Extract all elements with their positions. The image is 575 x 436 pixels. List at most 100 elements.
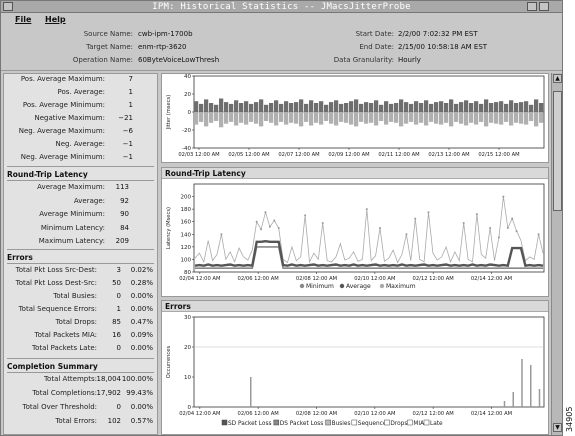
stat-label: Neg. Average: — [55, 140, 105, 148]
vertical-scrollbar[interactable]: ▲ ▼ — [551, 73, 562, 435]
completion-section-title: Completion Summary — [7, 362, 98, 371]
x-tick-label: 02/04 12:00 AM — [179, 276, 220, 282]
jitter-negative-bar — [484, 112, 489, 127]
rtl-maximum-point — [489, 227, 492, 229]
jitter-negative-bar — [309, 112, 314, 126]
jitter-positive-bar — [409, 103, 414, 112]
jitter-chart: -40-200204002/03 12:00 AM 02/05 12:00 AM 0… — [166, 74, 545, 158]
legend-swatch — [273, 419, 280, 426]
stat-percent: 0.00% — [130, 403, 153, 411]
stat-value: −1 — [122, 153, 133, 161]
jitter-positive-bar — [399, 99, 404, 112]
jitter-positive-bar — [349, 101, 354, 112]
probe-info-header: Source Name: cwb-ipm-1700b Target Name: … — [1, 27, 562, 71]
jitter-negative-bar — [434, 112, 439, 124]
stat-value: 3 — [116, 266, 121, 274]
operation-name-label: Operation Name: — [72, 56, 133, 64]
jitter-negative-bar — [429, 112, 434, 122]
jitter-positive-bar — [414, 101, 419, 112]
legend-label: SD Packet Loss — [228, 421, 272, 427]
jitter-positive-bar — [254, 102, 259, 112]
jitter-negative-bar — [274, 112, 279, 126]
scroll-up-arrow-icon[interactable]: ▲ — [553, 74, 562, 83]
scrollbar-thumb[interactable] — [553, 91, 562, 211]
legend-swatch — [339, 283, 345, 289]
jitter-positive-bar — [509, 100, 514, 112]
jitter-negative-bar — [219, 112, 224, 128]
jitter-negative-bar — [254, 112, 259, 124]
jitter-negative-bar — [314, 112, 319, 123]
jitter-negative-bar — [319, 112, 324, 125]
jitter-positive-bar — [279, 103, 284, 112]
jitter-negative-bar — [234, 112, 239, 126]
jitter-negative-bar — [294, 112, 299, 124]
jitter-chart-panel: -40 -20 0 20 40 02/03 12:00 AM 02/05 12:00 AM 0… — [161, 73, 549, 163]
jitter-negative-bar — [394, 112, 399, 123]
drops-bar — [503, 401, 506, 407]
jitter-positive-bar — [379, 104, 384, 112]
jitter-negative-bar — [449, 112, 454, 127]
jitter-positive-bar — [449, 99, 454, 112]
jitter-negative-bar — [289, 112, 294, 123]
jitter-negative-bar — [529, 112, 534, 121]
stat-percent: 0.47% — [130, 318, 153, 326]
legend-label: Busies — [332, 421, 351, 427]
stat-label: Total Errors: — [55, 417, 97, 425]
jitter-negative-bar — [349, 112, 354, 125]
minimize-button[interactable] — [527, 2, 537, 11]
section-divider — [7, 358, 154, 359]
legend-swatch — [299, 283, 305, 289]
start-date-value: 2/2/00 7:02:32 PM EST — [398, 30, 478, 38]
stat-value: −1 — [122, 140, 133, 148]
jitter-negative-bar — [284, 112, 289, 125]
jitter-negative-bar — [439, 112, 444, 125]
stat-label: Average Maximum: — [37, 183, 105, 191]
rtl-maximum-point — [515, 230, 518, 233]
stat-label: Total Drops: — [55, 318, 97, 326]
y-tick-label: 100 — [181, 257, 192, 263]
stat-percent: 100.00% — [121, 375, 153, 383]
jitter-negative-bar — [269, 112, 274, 123]
jitter-negative-bar — [244, 112, 249, 125]
jitter-positive-bar — [334, 100, 339, 112]
stat-percent: 0.09% — [130, 331, 153, 339]
y-tick-label: 120 — [181, 245, 192, 251]
help-menu[interactable]: Help — [45, 13, 66, 27]
file-menu[interactable]: File — [15, 13, 31, 27]
title-bar[interactable]: IPM: Historical Statistics -- JMacsJitte… — [1, 1, 562, 13]
rtl-maximum-point — [277, 227, 280, 229]
y-tick-label: 180 — [181, 207, 192, 213]
scroll-down-arrow-icon[interactable]: ▼ — [553, 423, 562, 432]
rtl-maximum-point — [304, 214, 307, 217]
stat-value: 0 — [116, 403, 121, 411]
jitter-positive-bar — [444, 103, 449, 112]
stat-label: Total Pkt Loss Dest-Src: — [15, 279, 97, 287]
drops-bar — [512, 392, 514, 407]
y-tick-label: 20 — [184, 92, 191, 98]
jitter-positive-bar — [269, 103, 274, 112]
jitter-negative-bar — [389, 112, 394, 122]
stat-label: Total Packets Late: — [32, 344, 97, 352]
jitter-negative-bar — [194, 112, 199, 125]
y-tick-label: 140 — [181, 232, 192, 238]
maximize-button[interactable] — [539, 2, 549, 11]
legend-swatch — [221, 419, 228, 426]
jitter-negative-bar — [519, 112, 524, 124]
jitter-negative-bar — [444, 112, 449, 123]
jitter-positive-bar — [244, 101, 249, 112]
jitter-negative-bar — [249, 112, 254, 122]
jitter-positive-bar — [514, 103, 519, 112]
x-tick-label: 02/10 12:00 AM — [354, 276, 395, 282]
granularity-value: Hourly — [398, 56, 421, 64]
rtl-maximum-point — [475, 213, 478, 216]
jitter-positive-bar — [359, 103, 364, 112]
jitter-negative-bar — [534, 112, 539, 127]
jitter-positive-bar — [309, 100, 314, 112]
x-tick-label: 02/06 12:00 AM — [238, 276, 279, 282]
y-tick-label: -20 — [182, 128, 191, 134]
jitter-negative-bar — [539, 112, 544, 123]
x-tick-label: 02/12 12:00 AM — [413, 411, 454, 417]
jitter-negative-bar — [469, 112, 474, 123]
stat-label: Minimum Latency: — [40, 223, 105, 232]
jitter-positive-bar — [424, 100, 429, 112]
